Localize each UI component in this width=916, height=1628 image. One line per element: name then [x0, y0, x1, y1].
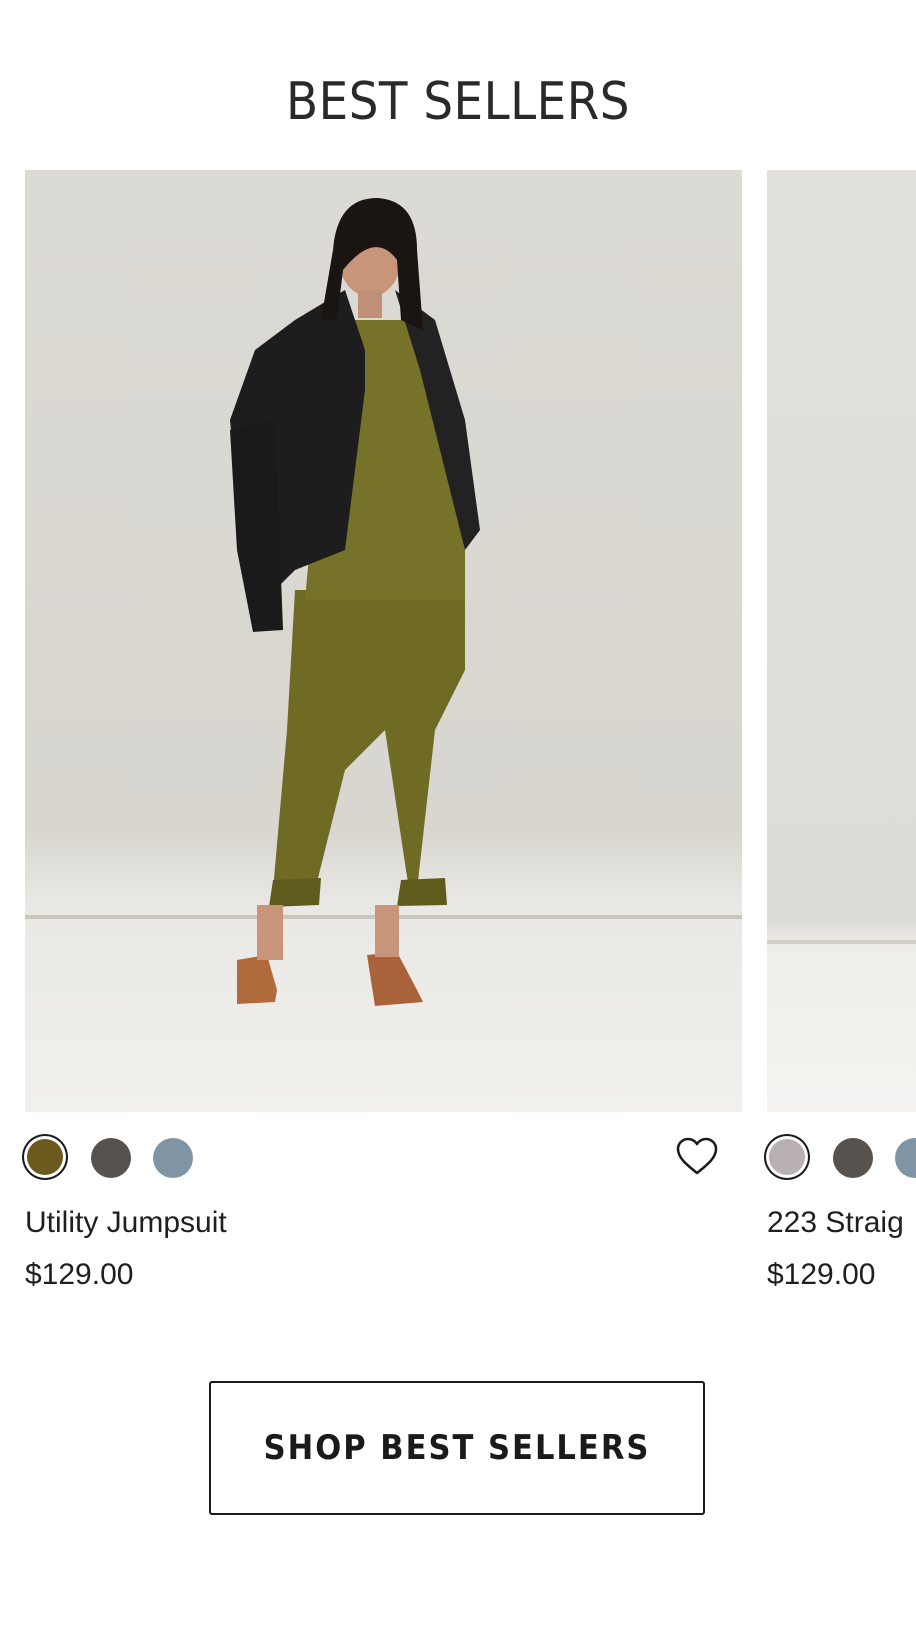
color-swatch-charcoal[interactable]: [833, 1138, 873, 1178]
product-price: $129.00: [767, 1258, 876, 1291]
section-title: BEST SELLERS: [286, 72, 630, 132]
color-swatch-slate-blue[interactable]: [153, 1138, 193, 1178]
shop-best-sellers-button[interactable]: SHOP BEST SELLERS: [209, 1381, 705, 1515]
product-carousel[interactable]: Utility Jumpsuit $129.00 223 Straig $129…: [0, 170, 916, 1320]
color-swatch-charcoal[interactable]: [91, 1138, 131, 1178]
product-name[interactable]: 223 Straig: [767, 1206, 904, 1240]
product-card[interactable]: 223 Straig $129.00: [767, 170, 916, 1291]
product-card[interactable]: Utility Jumpsuit $129.00: [25, 170, 742, 1291]
floor-line: [767, 940, 916, 944]
product-image[interactable]: [767, 170, 916, 1112]
model-illustration: [230, 198, 480, 1006]
color-swatch-olive[interactable]: [27, 1139, 63, 1175]
color-swatch-slate-blue[interactable]: [895, 1138, 916, 1178]
product-price: $129.00: [25, 1258, 134, 1291]
color-swatch-light-mauve[interactable]: [769, 1139, 805, 1175]
product-name[interactable]: Utility Jumpsuit: [25, 1206, 227, 1240]
heart-icon[interactable]: [675, 1136, 719, 1176]
product-image[interactable]: [25, 170, 742, 1112]
